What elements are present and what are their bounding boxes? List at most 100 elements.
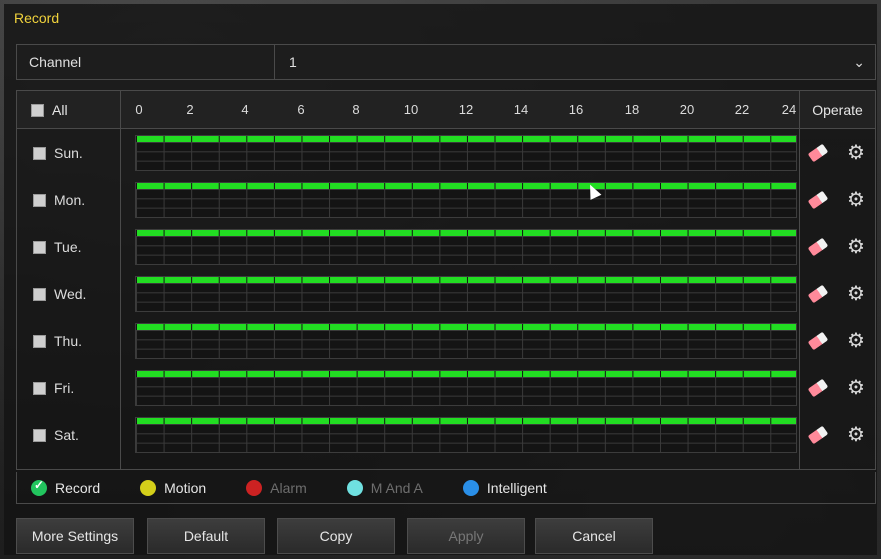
- eraser-icon[interactable]: [807, 284, 829, 304]
- eraser-icon[interactable]: [807, 190, 829, 210]
- gear-icon[interactable]: ⚙: [847, 237, 865, 257]
- day-checkbox-sun[interactable]: Sun.: [17, 141, 121, 165]
- schedule-bar[interactable]: [135, 229, 797, 265]
- schedule-cells: [136, 424, 796, 452]
- legend-item-record[interactable]: Record: [31, 478, 101, 496]
- day-label: Sun.: [54, 145, 83, 161]
- hour-tick-label: 20: [679, 102, 695, 117]
- channel-row: Channel 1 ⌄: [16, 44, 876, 80]
- page-title: Record: [14, 10, 60, 26]
- hour-tick-label: 10: [403, 102, 419, 117]
- eraser-icon[interactable]: [807, 331, 829, 351]
- gear-icon[interactable]: ⚙: [847, 378, 865, 398]
- hour-tick-label: 14: [513, 102, 529, 117]
- legend: Record Motion Alarm M And A Intelligent: [16, 472, 876, 504]
- channel-label: Channel: [17, 45, 275, 79]
- checkbox-icon: [33, 193, 46, 207]
- hour-tick-label: 4: [241, 102, 249, 117]
- row-operations: ⚙: [799, 282, 875, 306]
- eraser-icon[interactable]: [807, 378, 829, 398]
- schedule-bar[interactable]: [135, 182, 797, 218]
- day-checkbox-tue[interactable]: Tue.: [17, 235, 121, 259]
- copy-button[interactable]: Copy: [277, 518, 395, 554]
- day-checkbox-thu[interactable]: Thu.: [17, 329, 121, 353]
- row-operations: ⚙: [799, 188, 875, 212]
- hour-ticks: 0 2 4 6 8 10 12 14 16 18 20 22 24: [135, 91, 797, 129]
- gear-icon[interactable]: ⚙: [847, 284, 865, 304]
- hour-tick-label: 6: [297, 102, 305, 117]
- gear-icon[interactable]: ⚙: [847, 143, 865, 163]
- day-checkbox-sat[interactable]: Sat.: [17, 423, 121, 447]
- select-all-checkbox[interactable]: All: [17, 91, 121, 129]
- checkbox-icon: [31, 103, 44, 117]
- legend-label: Intelligent: [486, 479, 547, 496]
- schedule-cells: [136, 236, 796, 264]
- schedule-cells: [136, 283, 796, 311]
- cancel-button[interactable]: Cancel: [535, 518, 653, 554]
- select-all-label: All: [52, 102, 68, 118]
- hour-tick-label: 2: [186, 102, 194, 117]
- day-checkbox-wed[interactable]: Wed.: [17, 282, 121, 306]
- operate-header: Operate: [799, 91, 875, 129]
- hour-tick-label: 22: [734, 102, 750, 117]
- checkbox-icon: [33, 240, 46, 254]
- schedule-bar[interactable]: [135, 135, 797, 171]
- hour-tick-label: 8: [352, 102, 360, 117]
- schedule-cells: [136, 330, 796, 358]
- checkbox-icon: [33, 287, 46, 301]
- schedule-bar[interactable]: [135, 417, 797, 453]
- day-label: Fri.: [54, 380, 75, 396]
- record-panel: Record Channel 1 ⌄ All 0 2 4 6 8 10 12 14 16 18 20…: [4, 4, 877, 555]
- eraser-icon[interactable]: [807, 425, 829, 445]
- day-label: Thu.: [54, 333, 83, 349]
- gear-icon[interactable]: ⚙: [847, 425, 865, 445]
- default-button[interactable]: Default: [147, 518, 265, 554]
- row-operations: ⚙: [799, 329, 875, 353]
- day-checkbox-mon[interactable]: Mon.: [17, 188, 121, 212]
- eraser-icon[interactable]: [807, 143, 829, 163]
- day-label: Sat.: [54, 427, 79, 443]
- legend-dot-icon: [346, 479, 363, 496]
- gear-icon[interactable]: ⚙: [847, 190, 865, 210]
- gear-icon[interactable]: ⚙: [847, 331, 865, 351]
- day-checkbox-fri[interactable]: Fri.: [17, 376, 121, 400]
- row-operations: ⚙: [799, 423, 875, 447]
- row-operations: ⚙: [799, 141, 875, 165]
- schedule-bar[interactable]: [135, 323, 797, 359]
- legend-dot-icon: [140, 479, 157, 496]
- schedule-cells: [136, 142, 796, 170]
- day-label: Tue.: [54, 239, 82, 255]
- legend-item-alarm[interactable]: Alarm: [246, 479, 307, 496]
- legend-label: Motion: [164, 479, 207, 496]
- legend-item-m-and-a[interactable]: M And A: [346, 479, 423, 496]
- legend-dot-icon: [246, 479, 263, 496]
- hour-tick-label: 18: [624, 102, 640, 117]
- checkbox-icon: [33, 381, 46, 395]
- legend-item-intelligent[interactable]: Intelligent: [462, 479, 547, 496]
- channel-value: 1: [289, 54, 297, 70]
- schedule-cells: [136, 189, 796, 217]
- hour-tick-label: 0: [135, 102, 143, 117]
- hour-tick-label: 12: [458, 102, 474, 117]
- row-operations: ⚙: [799, 376, 875, 400]
- apply-button[interactable]: Apply: [407, 518, 525, 554]
- legend-label: M And A: [370, 479, 423, 496]
- schedule-cells: [136, 377, 796, 405]
- schedule-bar[interactable]: [135, 370, 797, 406]
- schedule-header: All 0 2 4 6 8 10 12 14 16 18 20 22 24 Operate: [17, 91, 875, 129]
- day-label: Mon.: [54, 192, 86, 208]
- legend-dot-icon: [462, 479, 479, 496]
- eraser-icon[interactable]: [807, 237, 829, 257]
- legend-label: Record: [55, 479, 101, 496]
- channel-select[interactable]: 1 ⌄: [275, 45, 875, 79]
- schedule-bar[interactable]: [135, 276, 797, 312]
- legend-dot-icon: [31, 478, 47, 496]
- hour-tick-label: 24: [781, 102, 797, 117]
- checkbox-icon: [33, 146, 46, 160]
- schedule-grid: All 0 2 4 6 8 10 12 14 16 18 20 22 24 Operate Sun. ⚙ M…: [16, 90, 876, 470]
- checkbox-icon: [33, 334, 46, 348]
- more-settings-button[interactable]: More Settings: [16, 518, 134, 554]
- legend-item-motion[interactable]: Motion: [140, 479, 207, 496]
- row-operations: ⚙: [799, 235, 875, 259]
- chevron-down-icon: ⌄: [853, 53, 865, 70]
